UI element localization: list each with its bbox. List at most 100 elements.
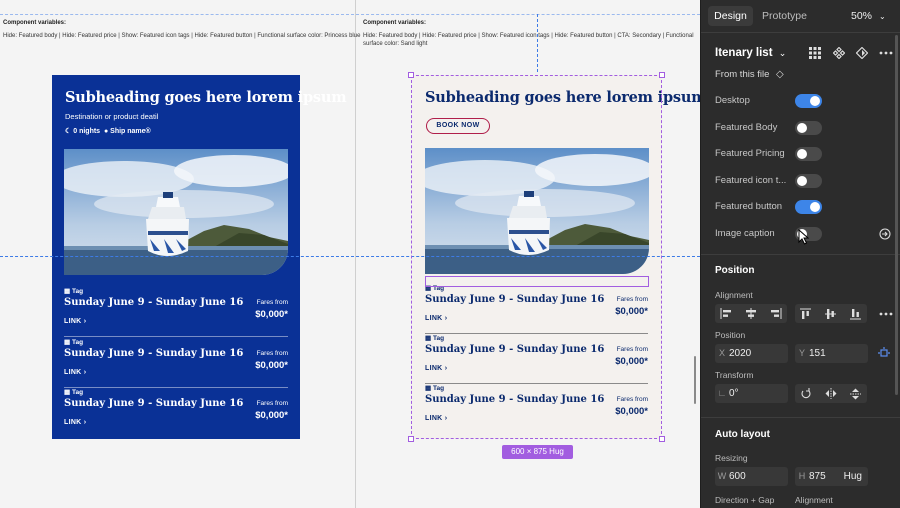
position-label: Position [715,330,746,340]
more-icon[interactable] [879,312,893,316]
itinerary-row[interactable]: ▦ Tag Sunday June 9 - Sunday June 16 LIN… [64,287,288,337]
row-link[interactable]: LINK › [425,415,447,422]
height-field[interactable]: H 875 Hug [795,467,868,486]
card-heading: Subheading goes here lorem ipsum [425,89,700,106]
price: $0,000* [615,356,648,367]
tag-label: ▦ Tag [64,339,84,346]
align-middle-icon[interactable] [825,308,836,320]
component-name[interactable]: Itenary list ⌄ [715,47,786,59]
flip-horizontal-icon[interactable] [825,388,837,399]
row-link[interactable]: LINK › [64,419,86,426]
rotation-field[interactable]: ∟ 0° [715,384,788,403]
h-value: 875 [809,471,826,482]
itinerary-row[interactable]: ▦ Tag Sunday June 9 - Sunday June 16 LIN… [425,334,648,384]
property-label: Desktop [715,95,750,106]
fares-label: Fares from [256,350,288,357]
toggle-featured-icon-tags[interactable] [795,174,822,188]
itinerary-card-princess-blue[interactable]: Subheading goes here lorem ipsum Destina… [52,75,347,439]
itinerary-card-sand-light[interactable]: Subheading goes here lorem ipsum BOOK NO… [411,75,700,439]
rotation-value: 0° [729,388,739,399]
component-variables-text: Hide: Featured body | Hide: Featured pri… [363,33,694,47]
panel-scrollbar[interactable] [895,35,898,395]
date-range: Sunday June 9 - Sunday June 16 [425,394,605,405]
date-range: Sunday June 9 - Sunday June 16 [425,344,605,355]
align-right-icon[interactable] [770,308,782,319]
calendar-icon: ▦ [425,335,432,342]
divider [701,417,900,418]
toggle-featured-body[interactable] [795,121,822,135]
image-caption-slot[interactable] [425,276,649,287]
fares-label: Fares from [616,396,648,403]
nights-meta: ☾ 0 nights ● Ship name® [65,127,151,135]
component-variables-label: Component variables: [363,20,427,26]
component-variables-label: Component variables: [3,20,67,26]
hug-mode[interactable]: Hug [844,467,862,486]
rotate-icon[interactable] [800,388,812,399]
component-icon[interactable] [833,47,845,59]
row-divider [64,336,288,337]
y-position-field[interactable]: Y 151 [795,344,868,363]
property-label: Featured button [715,201,783,212]
toggle-knob [797,123,807,133]
row-link[interactable]: LINK › [64,318,86,325]
resizing-label: Resizing [715,453,748,463]
property-label: Featured Body [715,122,778,133]
itinerary-row[interactable]: ▦ Tag Sunday June 9 - Sunday June 16 LIN… [425,284,648,334]
direction-gap-label: Direction + Gap [715,495,775,505]
resize-handle[interactable] [659,436,665,442]
instance-icon[interactable] [856,47,868,59]
diamond-icon[interactable]: ◇ [776,69,784,80]
toggle-desktop[interactable] [795,94,822,108]
x-position-field[interactable]: X 2020 [715,344,788,363]
itinerary-row[interactable]: ▦ Tag Sunday June 9 - Sunday June 16 LIN… [425,384,648,434]
tab-design[interactable]: Design [708,6,753,26]
book-now-button[interactable]: BOOK NOW [426,118,490,134]
x-label: X [718,348,725,358]
resize-handle[interactable] [408,72,414,78]
resize-handle[interactable] [408,436,414,442]
guide-line [0,256,700,257]
align-top-icon[interactable] [800,308,811,320]
tab-prototype[interactable]: Prototype [762,6,807,26]
calendar-icon: ▦ [64,389,71,396]
alignment-label: Alignment [715,290,753,300]
align-center-h-icon[interactable] [745,308,757,319]
x-value: 2020 [729,348,752,359]
canvas-scrollbar[interactable] [694,356,696,404]
rotation-icon: ∟ [717,388,727,398]
tag-label: ▦ Tag [64,389,84,396]
price: $0,000* [615,406,648,417]
card-heading: Subheading goes here lorem ipsum [65,89,347,106]
date-range: Sunday June 9 - Sunday June 16 [64,297,244,308]
detach-icon[interactable] [879,228,891,240]
flip-vertical-icon[interactable] [850,388,861,400]
row-link[interactable]: LINK › [425,365,447,372]
destination-text: Destination or product deatil [65,112,159,121]
itinerary-row[interactable]: ▦ Tag Sunday June 9 - Sunday June 16 LIN… [64,388,288,438]
itinerary-row[interactable]: ▦ Tag Sunday June 9 - Sunday June 16 LIN… [64,338,288,388]
fares-label: Fares from [616,296,648,303]
constraints-icon[interactable] [878,347,890,359]
grid-icon[interactable] [809,47,821,59]
fares-label: Fares from [256,299,288,306]
calendar-icon: ▦ [425,385,432,392]
mouse-cursor-icon [798,228,810,250]
tag-label: ▦ Tag [425,385,445,392]
zoom-dropdown[interactable]: 50% ⌄ [851,6,886,26]
toggle-featured-button[interactable] [795,200,822,214]
design-canvas[interactable]: Component variables: Hide: Featured body… [0,0,700,508]
resize-handle[interactable] [659,72,665,78]
row-link[interactable]: LINK › [425,315,447,322]
auto-layout-alignment-label: Alignment [795,495,833,505]
width-field[interactable]: W 600 [715,467,788,486]
position-section-title: Position [715,265,755,276]
align-bottom-icon[interactable] [850,308,861,320]
tag-label: ▦ Tag [64,288,84,295]
date-range: Sunday June 9 - Sunday June 16 [64,348,244,359]
toggle-knob [797,149,807,159]
toggle-featured-pricing[interactable] [795,147,822,161]
row-link[interactable]: LINK › [64,369,86,376]
more-icon[interactable] [879,51,893,55]
align-left-icon[interactable] [720,308,732,319]
toggle-knob [810,96,820,106]
